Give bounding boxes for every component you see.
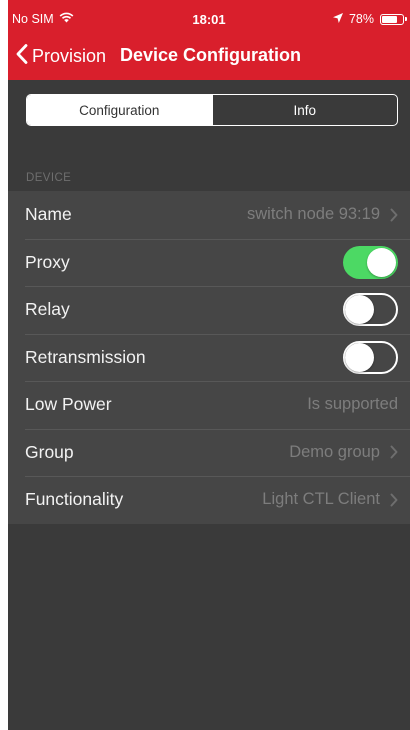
- row-value: Light CTL Client: [262, 490, 380, 509]
- page-title: Device Configuration: [120, 45, 302, 65]
- section-header: DEVICE: [26, 172, 72, 184]
- segmented-control: Configuration Info: [26, 94, 398, 126]
- row-retransmission: Retransmission: [8, 333, 410, 382]
- tab-info[interactable]: Info: [211, 95, 398, 125]
- row-label: Functionality: [25, 489, 124, 510]
- chevron-right-icon: [390, 493, 398, 507]
- battery-status: 78%: [332, 12, 407, 26]
- status-bar: No SIM 18:01 78%: [8, 0, 410, 40]
- row-name[interactable]: Name switch node 93:19: [8, 191, 410, 239]
- row-functionality[interactable]: Functionality Light CTL Client: [8, 476, 410, 524]
- row-label: Name: [25, 204, 72, 225]
- row-label: Retransmission: [25, 346, 146, 367]
- chevron-right-icon: [390, 445, 398, 459]
- row-value: Demo group: [289, 442, 380, 461]
- retransmission-toggle[interactable]: [343, 340, 398, 374]
- row-label: Relay: [25, 299, 70, 320]
- proxy-toggle[interactable]: [343, 245, 398, 279]
- row-value: Is supported: [307, 395, 398, 414]
- row-group[interactable]: Group Demo group: [8, 428, 410, 477]
- row-label: Low Power: [25, 394, 112, 415]
- header: No SIM 18:01 78% Provision Device Config…: [8, 0, 410, 80]
- battery-fill: [382, 15, 397, 23]
- navigation-bar: Provision Device Configuration: [8, 40, 410, 76]
- chevron-left-icon: [16, 44, 28, 69]
- toggle-knob: [345, 342, 374, 372]
- row-low-power: Low Power Is supported: [8, 381, 410, 429]
- chevron-right-icon: [390, 208, 398, 222]
- toggle-knob: [367, 247, 396, 277]
- toggle-knob: [345, 295, 374, 325]
- battery-icon: [380, 13, 407, 25]
- back-button[interactable]: Provision: [16, 44, 106, 69]
- row-relay: Relay: [8, 286, 410, 334]
- settings-list: Name switch node 93:19 Proxy Relay Retra…: [8, 191, 410, 524]
- row-label: Group: [25, 441, 74, 462]
- battery-percent: 78%: [348, 12, 374, 26]
- row-label: Proxy: [25, 251, 70, 272]
- device-screen: No SIM 18:01 78% Provision Device Config…: [8, 0, 410, 730]
- row-value: switch node 93:19: [246, 205, 380, 224]
- relay-toggle[interactable]: [343, 293, 398, 327]
- back-label: Provision: [32, 46, 107, 66]
- row-proxy: Proxy: [8, 238, 410, 287]
- tab-configuration[interactable]: Configuration: [27, 95, 212, 125]
- location-arrow-icon: [332, 12, 343, 26]
